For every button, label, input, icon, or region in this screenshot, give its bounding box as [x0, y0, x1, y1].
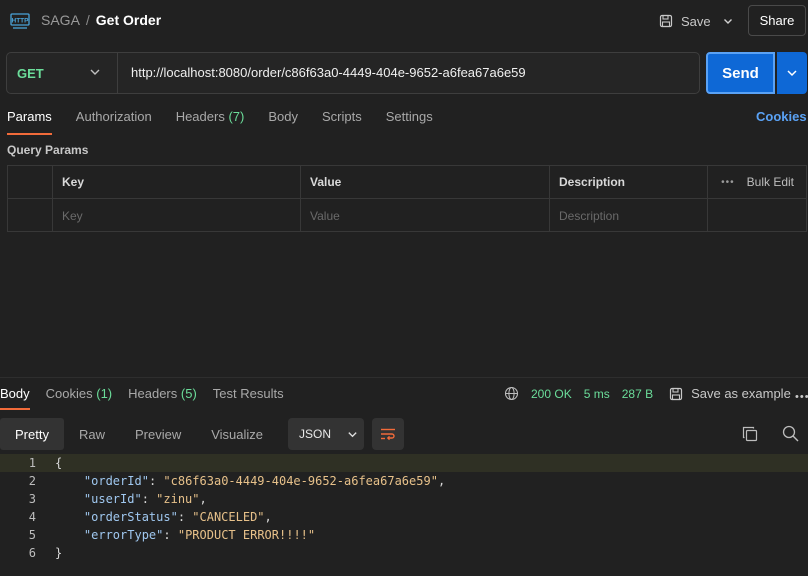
method-select[interactable]: GET	[17, 66, 44, 81]
checkbox-column	[8, 166, 53, 198]
more-options-icon[interactable]: •••	[721, 177, 735, 188]
line-number: 1	[28, 456, 36, 470]
tab-params[interactable]: Params	[7, 109, 52, 135]
query-params-title: Query Params	[7, 143, 89, 157]
request-tabs: Params Authorization Headers (7) Body Sc…	[7, 109, 457, 135]
line-number: 4	[28, 510, 36, 524]
response-status-bar: 200 OK 5 ms 287 B Save as example	[504, 386, 791, 401]
status-code[interactable]: 200 OK	[531, 387, 572, 401]
line-text: {	[55, 456, 63, 470]
response-time[interactable]: 5 ms	[584, 387, 610, 401]
breadcrumb: SAGA / Get Order	[41, 12, 161, 28]
table-header-row: Key Value Description ••• Bulk Edit	[8, 166, 806, 199]
code-line: 4 "orderStatus": "CANCELED",	[0, 508, 808, 526]
more-options-icon[interactable]: •••	[795, 391, 808, 403]
tab-scripts[interactable]: Scripts	[322, 109, 362, 135]
description-input[interactable]: Description	[550, 199, 708, 232]
line-text: }	[55, 546, 63, 560]
svg-text:HTTP: HTTP	[12, 18, 30, 25]
line-number: 6	[28, 546, 36, 560]
line-text: "orderId": "c86f63a0-4449-404e-9652-a6fe…	[83, 474, 446, 488]
bulk-edit-button[interactable]: Bulk Edit	[747, 175, 794, 189]
save-as-example-button[interactable]: Save as example	[669, 386, 791, 401]
response-body[interactable]: 1 { 2 "orderId": "c86f63a0-4449-404e-965…	[0, 454, 808, 562]
tab-headers[interactable]: Headers (7)	[176, 109, 245, 135]
query-params-table: Key Value Description ••• Bulk Edit Key …	[7, 165, 807, 232]
view-preview[interactable]: Preview	[120, 418, 196, 450]
save-as-example-label: Save as example	[691, 386, 791, 401]
line-text: "userId": "zinu",	[83, 492, 207, 506]
view-raw[interactable]: Raw	[64, 418, 120, 450]
response-tab-body[interactable]: Body	[0, 386, 30, 410]
chevron-down-icon	[724, 19, 732, 24]
line-number: 3	[28, 492, 36, 506]
chevron-down-icon	[348, 431, 357, 437]
breadcrumb-separator: /	[85, 12, 90, 28]
description-header: Description	[550, 166, 708, 198]
value-input[interactable]: Value	[301, 199, 550, 232]
http-request-icon: HTTP	[10, 13, 30, 29]
response-tab-headers[interactable]: Headers (5)	[128, 386, 197, 410]
code-line: 5 "errorType": "PRODUCT ERROR!!!!"	[0, 526, 808, 544]
response-tabs: Body Cookies (1) Headers (5) Test Result…	[0, 386, 300, 410]
line-text: "orderStatus": "CANCELED",	[83, 510, 272, 524]
send-button[interactable]: Send	[706, 52, 775, 94]
url-input[interactable]: http://localhost:8080/order/c86f63a0-444…	[131, 65, 526, 80]
row-actions	[708, 199, 806, 232]
code-line: 6 }	[0, 544, 808, 562]
save-label: Save	[681, 13, 711, 29]
save-icon	[659, 14, 673, 28]
save-icon	[669, 387, 683, 400]
code-line: 3 "userId": "zinu",	[0, 490, 808, 508]
request-name[interactable]: Get Order	[96, 12, 161, 28]
key-input[interactable]: Key	[53, 199, 301, 232]
key-header: Key	[53, 166, 301, 198]
wrap-lines-icon	[381, 428, 395, 441]
save-options-button[interactable]	[718, 10, 738, 32]
tab-settings[interactable]: Settings	[386, 109, 433, 135]
chevron-down-icon	[787, 70, 797, 77]
line-number: 5	[28, 528, 36, 542]
send-options-button[interactable]	[777, 52, 807, 94]
tab-body[interactable]: Body	[268, 109, 298, 135]
share-button[interactable]: Share	[748, 5, 806, 36]
chevron-down-icon[interactable]	[89, 66, 101, 78]
code-line: 2 "orderId": "c86f63a0-4449-404e-9652-a6…	[0, 472, 808, 490]
bulk-edit-cell: ••• Bulk Edit	[708, 166, 806, 198]
headers-count: (7)	[228, 109, 245, 124]
row-checkbox[interactable]	[8, 199, 53, 232]
line-text: "errorType": "PRODUCT ERROR!!!!"	[83, 528, 316, 542]
save-button[interactable]: Save	[659, 10, 711, 32]
format-value: JSON	[299, 427, 332, 441]
view-visualize[interactable]: Visualize	[196, 418, 278, 450]
view-pretty[interactable]: Pretty	[0, 418, 64, 450]
value-header: Value	[301, 166, 550, 198]
response-divider[interactable]	[0, 377, 808, 378]
line-number: 2	[28, 474, 36, 488]
view-mode-group: Pretty Raw Preview Visualize	[0, 418, 278, 450]
tab-authorization[interactable]: Authorization	[76, 109, 152, 135]
response-tab-test-results[interactable]: Test Results	[213, 386, 284, 410]
url-divider	[117, 53, 118, 93]
search-icon[interactable]	[782, 425, 799, 442]
cookies-link[interactable]: Cookies	[756, 109, 807, 124]
code-line: 1 {	[0, 454, 808, 472]
globe-icon[interactable]	[504, 386, 519, 401]
wrap-lines-button[interactable]	[372, 418, 404, 450]
workspace-name[interactable]: SAGA	[41, 12, 80, 28]
table-row: Key Value Description	[8, 199, 806, 232]
copy-icon[interactable]	[742, 426, 758, 442]
response-tab-cookies[interactable]: Cookies (1)	[46, 386, 112, 410]
format-select[interactable]: JSON	[288, 418, 364, 450]
response-size[interactable]: 287 B	[622, 387, 653, 401]
